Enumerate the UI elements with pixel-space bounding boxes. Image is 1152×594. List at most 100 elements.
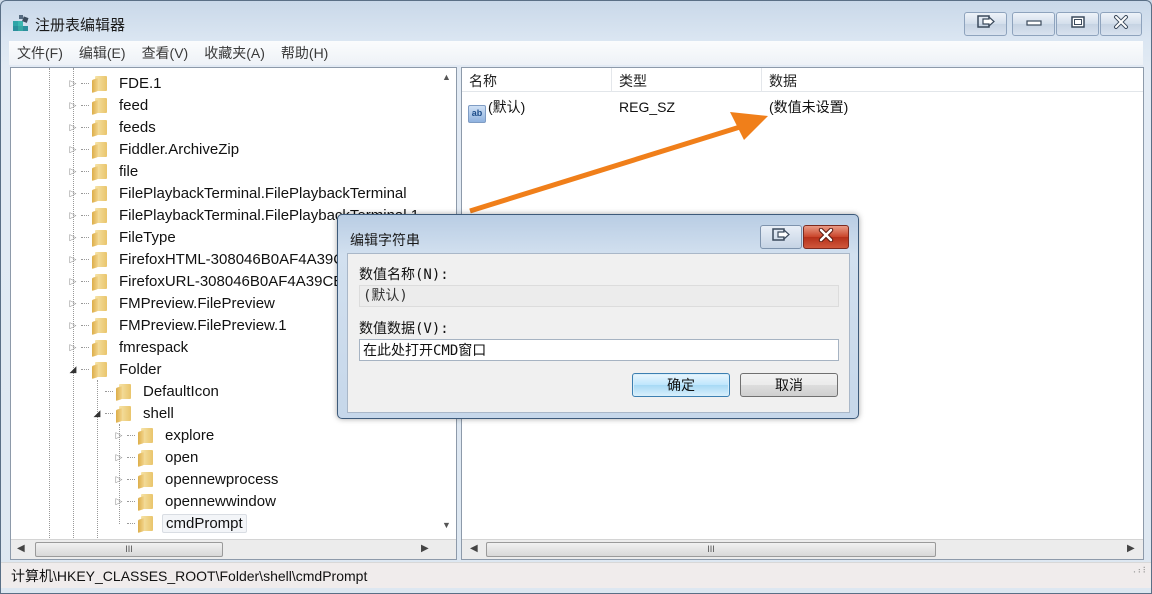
column-header-name[interactable]: 名称 bbox=[462, 68, 612, 92]
ok-button[interactable]: 确定 bbox=[632, 373, 730, 397]
scrollbar-thumb[interactable]: III bbox=[486, 542, 936, 557]
tree-item[interactable]: ▷ opennewwindow bbox=[113, 490, 279, 512]
tree-item[interactable]: ▷ FirefoxURL-308046B0AF4A39CB bbox=[67, 270, 346, 292]
value-data: (数值未设置) bbox=[769, 99, 849, 115]
minimize-button[interactable] bbox=[1012, 12, 1055, 36]
tree-item-label: Fiddler.ArchiveZip bbox=[119, 140, 240, 158]
expand-icon[interactable]: ▷ bbox=[113, 495, 125, 507]
scroll-down-icon[interactable]: ▼ bbox=[442, 520, 451, 530]
tree-item-label: FDE.1 bbox=[119, 74, 162, 92]
expand-icon[interactable]: ▷ bbox=[67, 165, 79, 177]
tree-connector bbox=[81, 280, 89, 282]
expand-icon[interactable]: ▷ bbox=[67, 209, 79, 221]
tree-item-label: feeds bbox=[119, 118, 156, 136]
tree-item[interactable]: ▷ open bbox=[113, 446, 201, 468]
tree-item[interactable]: ◢ Folder bbox=[67, 358, 165, 380]
tree-item[interactable]: ▷ feed bbox=[67, 94, 151, 116]
tree-item-label: FMPreview.FilePreview bbox=[119, 294, 275, 312]
expand-icon[interactable]: ▷ bbox=[67, 319, 79, 331]
value-data-label: 数值数据(V): bbox=[359, 321, 449, 337]
tree-item-label: FirefoxHTML-308046B0AF4A39CB bbox=[119, 250, 355, 268]
minimize-icon bbox=[1025, 15, 1042, 33]
scroll-left-icon[interactable]: ◀ bbox=[470, 543, 478, 554]
tree-connector bbox=[81, 170, 89, 172]
tree-connector bbox=[81, 236, 89, 238]
menu-view[interactable]: 查看(V) bbox=[134, 42, 197, 64]
expand-icon[interactable]: ▷ bbox=[67, 297, 79, 309]
tree-item[interactable]: ▷ feeds bbox=[67, 116, 159, 138]
menu-edit[interactable]: 编辑(E) bbox=[71, 42, 134, 64]
expand-icon[interactable]: ▷ bbox=[113, 451, 125, 463]
resize-grip-icon[interactable]: ⠠⠰⠸ bbox=[1130, 558, 1146, 584]
tree-connector bbox=[81, 214, 89, 216]
expand-icon[interactable]: ▷ bbox=[67, 187, 79, 199]
tree-item-label: FirefoxURL-308046B0AF4A39CB bbox=[119, 272, 344, 290]
tree-item[interactable]: ▷ file bbox=[67, 160, 141, 182]
tree-item[interactable]: ▷ FilePlaybackTerminal.FilePlaybackTermin… bbox=[67, 182, 410, 204]
expand-icon[interactable]: ▷ bbox=[67, 121, 79, 133]
scrollbar-thumb[interactable]: III bbox=[35, 542, 223, 557]
dialog-extra-button[interactable] bbox=[760, 225, 802, 249]
tree-item[interactable]: ▷ Fiddler.ArchiveZip bbox=[67, 138, 242, 160]
list-header: 名称 类型 数据 bbox=[462, 68, 1143, 92]
folder-icon bbox=[91, 119, 111, 136]
folder-icon bbox=[137, 471, 157, 488]
expand-icon[interactable]: ▷ bbox=[67, 275, 79, 287]
tree-item-label: FileType bbox=[119, 228, 176, 246]
tree-item-label: shell bbox=[143, 404, 174, 422]
close-button[interactable] bbox=[1100, 12, 1142, 36]
tree-item[interactable]: DefaultIcon bbox=[91, 380, 222, 402]
scroll-left-icon[interactable]: ◀ bbox=[17, 543, 25, 554]
dialog-close-button[interactable] bbox=[803, 225, 849, 249]
maximize-icon bbox=[1070, 15, 1085, 33]
collapse-icon[interactable]: ◢ bbox=[67, 363, 79, 375]
collapse-icon[interactable]: ◢ bbox=[91, 407, 103, 419]
cancel-button[interactable]: 取消 bbox=[740, 373, 838, 397]
tree-connector bbox=[113, 517, 125, 529]
string-value-icon: ab bbox=[468, 105, 486, 123]
menu-file[interactable]: 文件(F) bbox=[9, 42, 71, 64]
expand-icon[interactable]: ▷ bbox=[67, 231, 79, 243]
tree-item[interactable]: ▷ explore bbox=[113, 424, 217, 446]
tree-item-label: FMPreview.FilePreview.1 bbox=[119, 316, 287, 334]
value-name-label: 数值名称(N): bbox=[359, 267, 449, 283]
expand-icon[interactable]: ▷ bbox=[67, 77, 79, 89]
expand-icon[interactable]: ▷ bbox=[113, 429, 125, 441]
folder-icon bbox=[137, 449, 157, 466]
expand-icon[interactable]: ▷ bbox=[67, 253, 79, 265]
folder-icon bbox=[91, 229, 111, 246]
tree-item[interactable]: ▷ fmrespack bbox=[67, 336, 191, 358]
close-icon bbox=[818, 227, 834, 247]
window-title: 注册表编辑器 bbox=[35, 17, 126, 34]
expand-icon[interactable]: ▷ bbox=[67, 143, 79, 155]
tree-item[interactable]: ◢ shell bbox=[91, 402, 177, 424]
expand-icon[interactable]: ▷ bbox=[113, 473, 125, 485]
menu-help[interactable]: 帮助(H) bbox=[273, 42, 336, 64]
expand-icon[interactable]: ▷ bbox=[67, 99, 79, 111]
scroll-up-icon[interactable]: ▲ bbox=[442, 72, 451, 82]
menu-bar: 文件(F) 编辑(E) 查看(V) 收藏夹(A) 帮助(H) bbox=[9, 41, 1143, 65]
tree-item[interactable]: cmdPrompt bbox=[113, 512, 247, 534]
tree-item-label: file bbox=[119, 162, 139, 180]
extra-caption-button[interactable] bbox=[964, 12, 1007, 36]
expand-icon[interactable]: ▷ bbox=[67, 341, 79, 353]
menu-favorites[interactable]: 收藏夹(A) bbox=[196, 42, 273, 64]
tree-item[interactable]: ▷ FMPreview.FilePreview bbox=[67, 292, 278, 314]
tree-item[interactable]: ▷ FileType bbox=[67, 226, 179, 248]
column-header-type[interactable]: 类型 bbox=[612, 68, 762, 92]
column-header-data[interactable]: 数据 bbox=[762, 68, 1142, 92]
value-data-input[interactable] bbox=[359, 339, 839, 361]
values-horizontal-scrollbar[interactable]: ◀ III ▶ bbox=[462, 539, 1143, 559]
tree-connector bbox=[81, 368, 89, 370]
maximize-button[interactable] bbox=[1056, 12, 1099, 36]
tree-horizontal-scrollbar[interactable]: ◀ III ▶ bbox=[11, 539, 456, 559]
tree-item[interactable]: ▷ opennewprocess bbox=[113, 468, 281, 490]
scroll-right-icon[interactable]: ▶ bbox=[421, 543, 429, 554]
tree-item[interactable]: ▷ FDE.1 bbox=[67, 72, 165, 94]
tree-item[interactable]: ▷ FMPreview.FilePreview.1 bbox=[67, 314, 290, 336]
folder-icon bbox=[91, 273, 111, 290]
scroll-right-icon[interactable]: ▶ bbox=[1127, 543, 1135, 554]
tree-item[interactable]: ▷ FirefoxHTML-308046B0AF4A39CB bbox=[67, 248, 357, 270]
tree-item-label: opennewwindow bbox=[165, 492, 276, 510]
value-row[interactable]: ab (默认) REG_SZ (数值未设置) bbox=[462, 96, 1143, 123]
